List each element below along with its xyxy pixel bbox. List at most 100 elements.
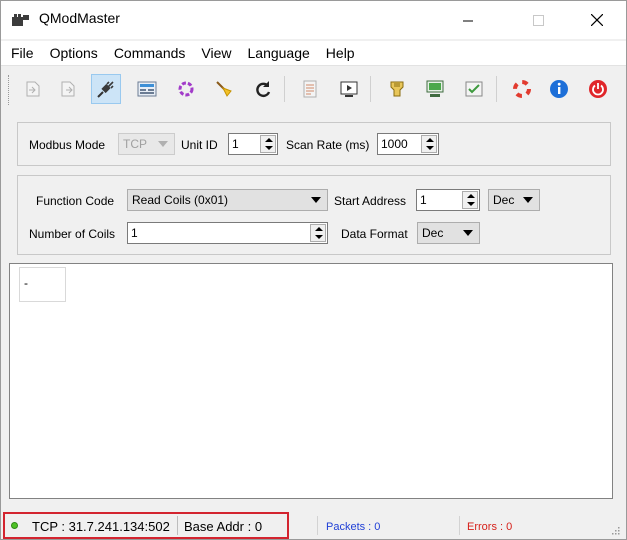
close-button[interactable] xyxy=(574,1,620,39)
maximize-icon xyxy=(532,14,544,26)
read-write-icon xyxy=(465,81,483,97)
scan-rate-stepper[interactable] xyxy=(421,135,437,153)
menu-language[interactable]: Language xyxy=(242,45,316,61)
window-title: QModMaster xyxy=(39,10,120,26)
arrow-up-icon xyxy=(467,194,475,198)
scan-rate-spinbox[interactable]: 1000 xyxy=(377,133,439,155)
scan-rate-label: Scan Rate (ms) xyxy=(286,138,370,152)
unit-id-label: Unit ID xyxy=(181,138,218,152)
arrow-down-icon xyxy=(426,146,434,150)
save-icon xyxy=(61,81,75,97)
open-button[interactable] xyxy=(18,74,48,104)
bus-monitor-button[interactable] xyxy=(334,74,364,104)
unit-id-stepper[interactable] xyxy=(260,135,276,153)
function-group: Function Code Read Coils (0x01) Start Ad… xyxy=(17,175,611,255)
raw-data-icon xyxy=(426,80,444,97)
about-icon xyxy=(550,80,568,98)
status-separator xyxy=(459,516,460,535)
number-of-coils-stepper[interactable] xyxy=(310,224,326,242)
exit-icon xyxy=(589,80,607,98)
help-button[interactable] xyxy=(507,74,537,104)
start-address-format-value: Dec xyxy=(493,193,515,207)
function-code-select[interactable]: Read Coils (0x01) xyxy=(127,189,328,211)
read-write-button[interactable] xyxy=(459,74,489,104)
log-icon xyxy=(303,80,317,98)
refresh-icon xyxy=(256,81,271,98)
bus-monitor-icon xyxy=(340,81,358,97)
data-cell[interactable]: - xyxy=(19,267,66,302)
about-button[interactable] xyxy=(544,74,574,104)
log-button[interactable] xyxy=(295,74,325,104)
connect-button[interactable] xyxy=(91,74,121,104)
start-address-format-select[interactable]: Dec xyxy=(488,189,540,211)
maximize-button[interactable] xyxy=(515,1,561,39)
clear-button[interactable] xyxy=(209,74,239,104)
connection-status: TCP : 31.7.241.134:502 xyxy=(32,519,170,534)
data-format-select[interactable]: Dec xyxy=(417,222,480,244)
toolbar-separator xyxy=(370,76,371,102)
modbus-tcp-icon xyxy=(178,81,194,97)
main-window: QModMaster File Options Commands View La… xyxy=(0,0,627,540)
status-separator xyxy=(317,516,318,535)
close-icon xyxy=(591,14,603,26)
app-icon xyxy=(12,14,29,26)
menu-options[interactable]: Options xyxy=(44,45,104,61)
start-address-label: Start Address xyxy=(334,194,407,208)
toolbar-grip[interactable] xyxy=(8,75,11,105)
menu-commands[interactable]: Commands xyxy=(108,45,192,61)
function-code-label: Function Code xyxy=(36,194,115,208)
arrow-down-icon xyxy=(467,202,475,206)
exit-button[interactable] xyxy=(583,74,613,104)
arrow-down-icon xyxy=(265,146,273,150)
unit-id-value: 1 xyxy=(232,137,239,151)
arrow-up-icon xyxy=(265,138,273,142)
scan-rate-value: 1000 xyxy=(381,137,408,151)
help-icon xyxy=(513,80,531,98)
refresh-button[interactable] xyxy=(248,74,278,104)
status-separator xyxy=(177,516,178,535)
tools-icon xyxy=(390,81,404,97)
start-address-stepper[interactable] xyxy=(462,191,478,209)
save-button[interactable] xyxy=(53,74,83,104)
minimize-icon xyxy=(462,20,473,21)
connection-group: Modbus Mode TCP Unit ID 1 Scan Rate (ms)… xyxy=(17,122,611,166)
chevron-down-icon xyxy=(311,197,321,203)
clear-icon xyxy=(216,81,232,97)
menu-view[interactable]: View xyxy=(195,45,237,61)
title-bar: QModMaster xyxy=(1,1,626,39)
connect-icon xyxy=(97,81,114,98)
modbus-tcp-button[interactable] xyxy=(171,74,201,104)
chevron-down-icon xyxy=(523,197,533,203)
menu-bar: File Options Commands View Language Help xyxy=(1,41,626,65)
start-address-value: 1 xyxy=(420,193,427,207)
modbus-rtu-button[interactable] xyxy=(132,74,162,104)
number-of-coils-spinbox[interactable]: 1 xyxy=(127,222,328,244)
packets-status: Packets : 0 xyxy=(326,521,381,533)
errors-status: Errors : 0 xyxy=(467,521,513,533)
modbus-mode-select: TCP xyxy=(118,133,175,155)
minimize-button[interactable] xyxy=(445,1,491,39)
menu-help[interactable]: Help xyxy=(320,45,361,61)
arrow-up-icon xyxy=(315,227,323,231)
data-table[interactable]: - xyxy=(9,263,613,499)
tools-button[interactable] xyxy=(382,74,412,104)
data-format-label: Data Format xyxy=(341,227,408,241)
resize-grip-icon[interactable] xyxy=(610,525,620,535)
toolbar-separator xyxy=(284,76,285,102)
modbus-mode-label: Modbus Mode xyxy=(29,138,106,152)
function-code-value: Read Coils (0x01) xyxy=(132,193,229,207)
arrow-down-icon xyxy=(315,235,323,239)
chevron-down-icon xyxy=(158,141,168,147)
modbus-mode-value: TCP xyxy=(123,137,147,151)
number-of-coils-value: 1 xyxy=(131,226,138,240)
number-of-coils-label: Number of Coils xyxy=(29,227,116,241)
modbus-rtu-icon xyxy=(137,81,157,97)
start-address-spinbox[interactable]: 1 xyxy=(416,189,480,211)
status-bar: TCP : 31.7.241.134:502 Base Addr : 0 Pac… xyxy=(1,512,626,539)
chevron-down-icon xyxy=(463,230,473,236)
menu-file[interactable]: File xyxy=(5,45,40,61)
unit-id-spinbox[interactable]: 1 xyxy=(228,133,278,155)
open-icon xyxy=(26,81,40,97)
raw-data-button[interactable] xyxy=(420,74,450,104)
base-address-status: Base Addr : 0 xyxy=(184,519,263,534)
